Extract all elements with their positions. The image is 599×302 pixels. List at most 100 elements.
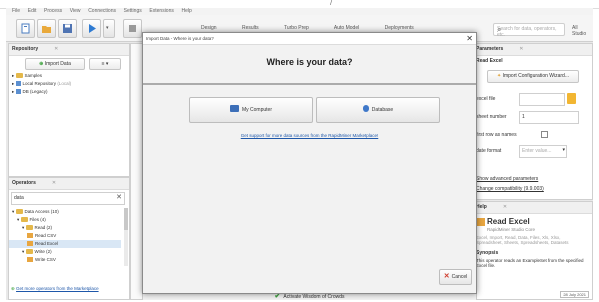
import-wizard-label: Import Configuration Wizard...	[502, 73, 569, 79]
menu-extensions[interactable]: Extensions	[149, 8, 173, 15]
first-row-checkbox[interactable]	[541, 131, 548, 138]
stop-button[interactable]	[123, 19, 142, 38]
help-subtitle: RapidMiner Studio Core	[487, 227, 536, 232]
menu-bar: File Edit Process View Connections Setti…	[6, 8, 593, 15]
help-date: 28 July 2021	[560, 291, 589, 298]
operators-title-text: Operators	[12, 180, 36, 186]
operator-tree-item[interactable]: ▾ Files (4)	[9, 216, 121, 224]
import-data-button[interactable]: ⊕ Import Data	[25, 58, 85, 70]
close-icon[interactable]: ✕	[519, 46, 523, 52]
import-data-dialog: Import Data - Where is your data? ✕ Wher…	[142, 32, 477, 294]
repo-item-label: Local Repository	[22, 81, 57, 86]
operator-tree-item[interactable]: ▾ Data Access (10)	[9, 208, 121, 216]
menu-file[interactable]: File	[12, 8, 20, 15]
operator-scrollbar[interactable]	[124, 208, 128, 266]
operator-tree-item[interactable]: ▾ Read (2)	[9, 224, 121, 232]
close-icon[interactable]: ✕	[54, 46, 58, 52]
menu-settings[interactable]: Settings	[124, 8, 142, 15]
save-button[interactable]	[58, 19, 77, 38]
repository-icon	[15, 81, 21, 86]
marketplace-support-text[interactable]: Get support for more data sources from t…	[241, 133, 379, 138]
expand-arrow-icon[interactable]: ▾	[22, 249, 26, 254]
expand-arrow-icon[interactable]: ▾	[22, 225, 26, 230]
menu-view[interactable]: View	[70, 8, 81, 15]
marketplace-link[interactable]: ⊕ Get more operators from the Marketplac…	[11, 286, 99, 291]
tab-turbo-prep[interactable]: Turbo Prep	[284, 25, 309, 31]
close-icon[interactable]: ✕	[503, 204, 507, 210]
operator-tree-label: Read Excel	[35, 241, 59, 246]
param-first-row-label: first row as names	[476, 132, 517, 138]
parameters-title-text: Parameters	[476, 46, 504, 52]
operator-tree-label: Read CSV	[35, 233, 57, 238]
date-format-select[interactable]: Enter value... ▾	[519, 145, 567, 158]
run-process-button[interactable]	[82, 19, 101, 38]
marketplace-support-link[interactable]: Get support for more data sources from t…	[143, 133, 476, 138]
repository-panel: Repository ✕ ⊕ Import Data ≡ ▾ ▸ Samples …	[8, 43, 130, 177]
repository-menu-button[interactable]: ≡ ▾	[89, 58, 121, 70]
operator-search-input[interactable]: data ✕	[11, 192, 125, 205]
repo-item-db[interactable]: ▸ DB (Legacy)	[9, 88, 127, 96]
expand-arrow-icon[interactable]: ▾	[12, 209, 16, 214]
excel-file-input[interactable]	[519, 93, 565, 106]
tab-auto-model[interactable]: Auto Model	[334, 25, 359, 31]
folder-icon	[15, 73, 23, 78]
tab-deployments[interactable]: Deployments	[385, 25, 414, 31]
operator-tree-item[interactable]: Write CSV	[9, 256, 121, 264]
folder-icon[interactable]	[567, 93, 576, 104]
cancel-icon: ✕	[443, 273, 450, 280]
search-icon[interactable]: ⌕	[497, 25, 574, 35]
open-process-button[interactable]	[37, 19, 56, 38]
studio-selector[interactable]: All Studio	[572, 25, 593, 37]
help-operator-name: Read Excel	[487, 217, 530, 226]
sheet-number-input[interactable]: 1	[519, 111, 579, 124]
scrollbar-thumb[interactable]	[124, 208, 128, 230]
folder-icon	[15, 209, 23, 214]
operator-search-value: data	[14, 195, 24, 201]
operator-tree-item[interactable]: Read Excel	[9, 240, 121, 248]
tab-results[interactable]: Results	[242, 25, 259, 31]
operator-tree-item[interactable]: ▾ Write (2)	[9, 248, 121, 256]
help-synopsis-heading: Synopsis	[476, 250, 499, 256]
my-computer-button[interactable]: My Computer	[189, 97, 313, 123]
repo-item-note: (Local)	[57, 81, 72, 86]
import-wizard-button[interactable]: ✦ Import Configuration Wizard...	[487, 70, 579, 83]
sheet-number-value: 1	[522, 114, 525, 120]
global-search-input[interactable]: Search for data, operators, etc. ⌕	[493, 23, 565, 38]
close-icon[interactable]: ✕	[466, 33, 473, 44]
expand-arrow-icon[interactable]: ▾	[17, 217, 21, 222]
dialog-heading: Where is your data?	[266, 57, 353, 67]
menu-edit[interactable]: Edit	[28, 8, 37, 15]
menu-process[interactable]: Process	[44, 8, 62, 15]
close-icon[interactable]: ✕	[52, 180, 56, 186]
show-advanced-link[interactable]: Show advanced parameters	[476, 176, 538, 182]
operator-icon	[27, 241, 33, 246]
new-process-button[interactable]	[16, 19, 35, 38]
help-title: Help ✕	[473, 202, 592, 214]
database-icon	[15, 89, 21, 94]
param-date-format-label: date format	[476, 148, 502, 154]
repo-item-label: Samples	[24, 73, 43, 78]
marketplace-link-text[interactable]: Get more operators from the Marketplace	[16, 286, 99, 291]
compatibility-link[interactable]: Change compatibility (9.9.003)	[476, 186, 544, 192]
play-icon	[89, 24, 96, 33]
operator-tree-label: Read (2)	[34, 225, 53, 230]
plus-circle-icon: ⊕	[39, 61, 44, 67]
repo-item-samples[interactable]: ▸ Samples	[9, 72, 127, 80]
repo-item-label: DB (Legacy)	[22, 89, 48, 94]
parameters-title: Parameters ✕	[473, 44, 592, 56]
tab-design[interactable]: Design	[201, 25, 217, 31]
menu-connections[interactable]: Connections	[88, 8, 116, 15]
help-panel: Help ✕ Read Excel RapidMiner Studio Core …	[472, 201, 593, 300]
run-dropdown-button[interactable]: ▾	[103, 19, 115, 38]
clear-icon[interactable]: ✕	[116, 193, 122, 201]
folder-open-icon	[42, 26, 51, 33]
menu-help[interactable]: Help	[182, 8, 192, 15]
help-title-text: Help	[476, 204, 487, 210]
dialog-title-bar: Import Data - Where is your data?	[143, 33, 476, 45]
cancel-button[interactable]: ✕ Cancel	[439, 269, 472, 285]
repo-item-local[interactable]: ▸ Local Repository (Local)	[9, 80, 127, 88]
operator-icon	[27, 233, 33, 238]
database-button[interactable]: Database	[316, 97, 440, 123]
my-computer-label: My Computer	[241, 107, 272, 113]
operator-tree-item[interactable]: Read CSV	[9, 232, 121, 240]
